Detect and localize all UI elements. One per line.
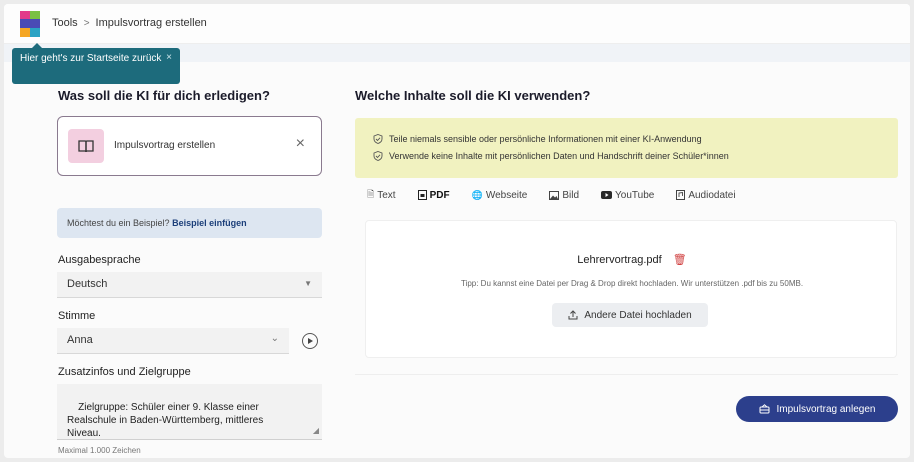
- create-lecture-button[interactable]: Impulsvortrag anlegen: [736, 396, 898, 422]
- youtube-icon: [601, 191, 613, 199]
- divider: [355, 374, 898, 375]
- tab-label: PDF: [429, 189, 450, 201]
- voice-value: Anna: [67, 334, 93, 346]
- tab-text[interactable]: 🗎 Text: [355, 184, 407, 206]
- extra-info-textarea[interactable]: Zielgruppe: Schüler einer 9. Klasse eine…: [57, 384, 322, 440]
- pdf-upload-panel[interactable]: Lehrervortrag.pdf 🗑 Tipp: Du kannst eine…: [365, 220, 897, 358]
- task-heading: Was soll die KI für dich erledigen?: [58, 88, 270, 103]
- tab-label: Audiodatei: [688, 189, 736, 201]
- content-heading: Welche Inhalte soll die KI verwenden?: [355, 88, 591, 103]
- language-value: Deutsch: [67, 278, 108, 290]
- language-select[interactable]: Deutsch ▼: [57, 272, 322, 298]
- warning-text: Verwende keine Inhalte mit persönlichen …: [389, 150, 729, 161]
- tooltip-close-icon[interactable]: ×: [166, 52, 172, 64]
- resize-grip-icon[interactable]: ◢: [313, 424, 319, 437]
- upload-button-label: Andere Datei hochladen: [584, 309, 692, 321]
- home-tooltip: Hier geht's zur Startseite zurück ×: [12, 43, 180, 84]
- upload-tip: Tipp: Du kannst eine Datei per Drag & Dr…: [460, 279, 804, 288]
- chevron-down-icon: ⌄: [270, 333, 279, 344]
- character-limit-hint: Maximal 1.000 Zeichen: [58, 446, 141, 455]
- image-icon: [549, 190, 560, 200]
- example-prompt: Möchtest du ein Beispiel?: [67, 218, 170, 228]
- tab-label: Bild: [562, 189, 580, 201]
- warning-row: Verwende keine Inhalte mit persönlichen …: [373, 147, 880, 164]
- task-remove-icon[interactable]: ×: [296, 135, 305, 153]
- submit-label: Impulsvortrag anlegen: [776, 403, 876, 415]
- caret-down-icon: ▼: [304, 279, 312, 288]
- tab-label: Text: [377, 189, 396, 201]
- breadcrumb: Tools > Impulsvortrag erstellen: [52, 17, 207, 29]
- extra-info-value: Zielgruppe: Schüler einer 9. Klasse eine…: [67, 402, 264, 439]
- presentation-icon: [759, 404, 770, 414]
- example-hint: Möchtest du ein Beispiel? Beispiel einfü…: [57, 208, 322, 238]
- tooltip-arrow: [32, 43, 42, 48]
- source-tabs: 🗎 Text PDF 🌐 Webseite Bild YouTube Audio…: [355, 184, 898, 206]
- file-name: Lehrervortrag.pdf: [577, 254, 662, 266]
- globe-icon: 🌐: [471, 189, 483, 200]
- tab-youtube[interactable]: YouTube: [590, 184, 665, 206]
- warning-row: Teile niemals sensible oder persönliche …: [373, 130, 880, 147]
- tab-image[interactable]: Bild: [538, 184, 590, 206]
- uploaded-file: Lehrervortrag.pdf 🗑: [366, 253, 898, 266]
- task-label: Impulsvortrag erstellen: [114, 140, 216, 151]
- breadcrumb-separator: >: [83, 17, 90, 29]
- tab-website[interactable]: 🌐 Webseite: [461, 184, 539, 206]
- extra-info-label: Zusatzinfos und Zielgruppe: [58, 366, 191, 378]
- warning-text: Teile niemals sensible oder persönliche …: [389, 133, 702, 144]
- top-bar: Tools > Impulsvortrag erstellen: [4, 4, 910, 44]
- app-logo[interactable]: [18, 11, 44, 37]
- voice-select[interactable]: Anna ⌄: [57, 328, 289, 354]
- voice-label: Stimme: [58, 310, 96, 322]
- pdf-file-icon: [417, 190, 427, 200]
- tab-label: Webseite: [485, 189, 528, 201]
- language-label: Ausgabesprache: [58, 254, 141, 266]
- upload-other-file-button[interactable]: Andere Datei hochladen: [552, 303, 708, 327]
- privacy-warning: Teile niemals sensible oder persönliche …: [355, 118, 898, 178]
- tab-audio[interactable]: Audiodatei: [665, 184, 746, 206]
- tab-pdf[interactable]: PDF: [407, 184, 461, 206]
- book-icon: [68, 129, 104, 163]
- audio-file-icon: [676, 190, 686, 200]
- upload-icon: [568, 310, 578, 320]
- shield-check-icon: [373, 133, 383, 144]
- page: Tools > Impulsvortrag erstellen Hier geh…: [4, 4, 910, 458]
- trash-icon[interactable]: 🗑: [673, 254, 687, 266]
- tooltip-text: Hier geht's zur Startseite zurück: [20, 53, 162, 64]
- tab-label: YouTube: [615, 189, 655, 201]
- breadcrumb-tools[interactable]: Tools: [52, 17, 78, 29]
- shield-check-icon: [373, 150, 383, 161]
- voice-play-icon[interactable]: [302, 333, 318, 349]
- text-file-icon: 🗎: [367, 189, 375, 199]
- breadcrumb-current: Impulsvortrag erstellen: [95, 17, 207, 29]
- selected-task-card[interactable]: Impulsvortrag erstellen ×: [57, 116, 322, 176]
- insert-example-link[interactable]: Beispiel einfügen: [172, 218, 247, 228]
